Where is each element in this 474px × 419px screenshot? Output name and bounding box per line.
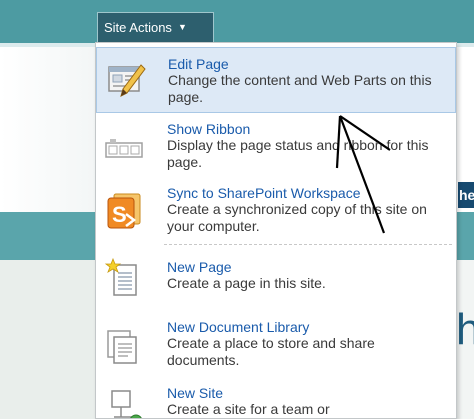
menu-item-title: Show Ribbon: [167, 121, 251, 137]
menu-item-title: Sync to SharePoint Workspace: [167, 185, 361, 201]
background-tab-fragment: he: [458, 182, 474, 208]
menu-item-description: Change the content and Web Parts on this…: [168, 72, 432, 105]
menu-item-description: Create a page in this site.: [167, 275, 326, 291]
new-site-icon: [104, 389, 146, 418]
new-page-icon: [104, 257, 146, 299]
document-library-icon: [104, 325, 146, 367]
menu-item-new-document-library[interactable]: New Document Library Create a place to s…: [96, 313, 456, 377]
svg-text:S: S: [112, 202, 127, 227]
menu-item-edit-page[interactable]: Edit Page Change the content and Web Par…: [96, 47, 456, 113]
menu-item-sync-workspace[interactable]: S Sync to SharePoint Workspace Create a …: [96, 179, 456, 243]
menu-item-show-ribbon[interactable]: Show Ribbon Display the page status and …: [96, 115, 456, 179]
menu-item-new-page[interactable]: New Page Create a page in this site.: [96, 249, 456, 305]
menu-item-new-site[interactable]: New Site Create a site for a team or: [96, 379, 456, 418]
background-heading-fragment: h: [456, 308, 474, 354]
ribbon-icon: [104, 127, 146, 169]
site-actions-button[interactable]: Site Actions ▼: [97, 12, 214, 42]
menu-item-description: Create a site for a team or: [167, 401, 330, 417]
header-band: [0, 0, 474, 43]
menu-separator: [164, 244, 452, 245]
quick-launch-area: [0, 260, 95, 419]
edit-page-icon: [105, 59, 147, 101]
chevron-down-icon: ▼: [177, 22, 187, 32]
menu-item-description: Display the page status and ribbon for t…: [167, 137, 429, 170]
menu-item-title: New Page: [167, 259, 232, 275]
menu-item-description: Create a synchronized copy of this site …: [167, 201, 427, 234]
menu-item-title: Edit Page: [168, 56, 229, 72]
sharepoint-workspace-icon: S: [104, 190, 146, 232]
site-actions-label: Site Actions: [104, 20, 172, 35]
site-actions-menu: Edit Page Change the content and Web Par…: [95, 42, 457, 419]
left-nav-area: [0, 47, 95, 212]
menu-item-description: Create a place to store and share docume…: [167, 335, 375, 368]
menu-item-title: New Site: [167, 385, 224, 401]
menu-item-title: New Document Library: [167, 319, 310, 335]
